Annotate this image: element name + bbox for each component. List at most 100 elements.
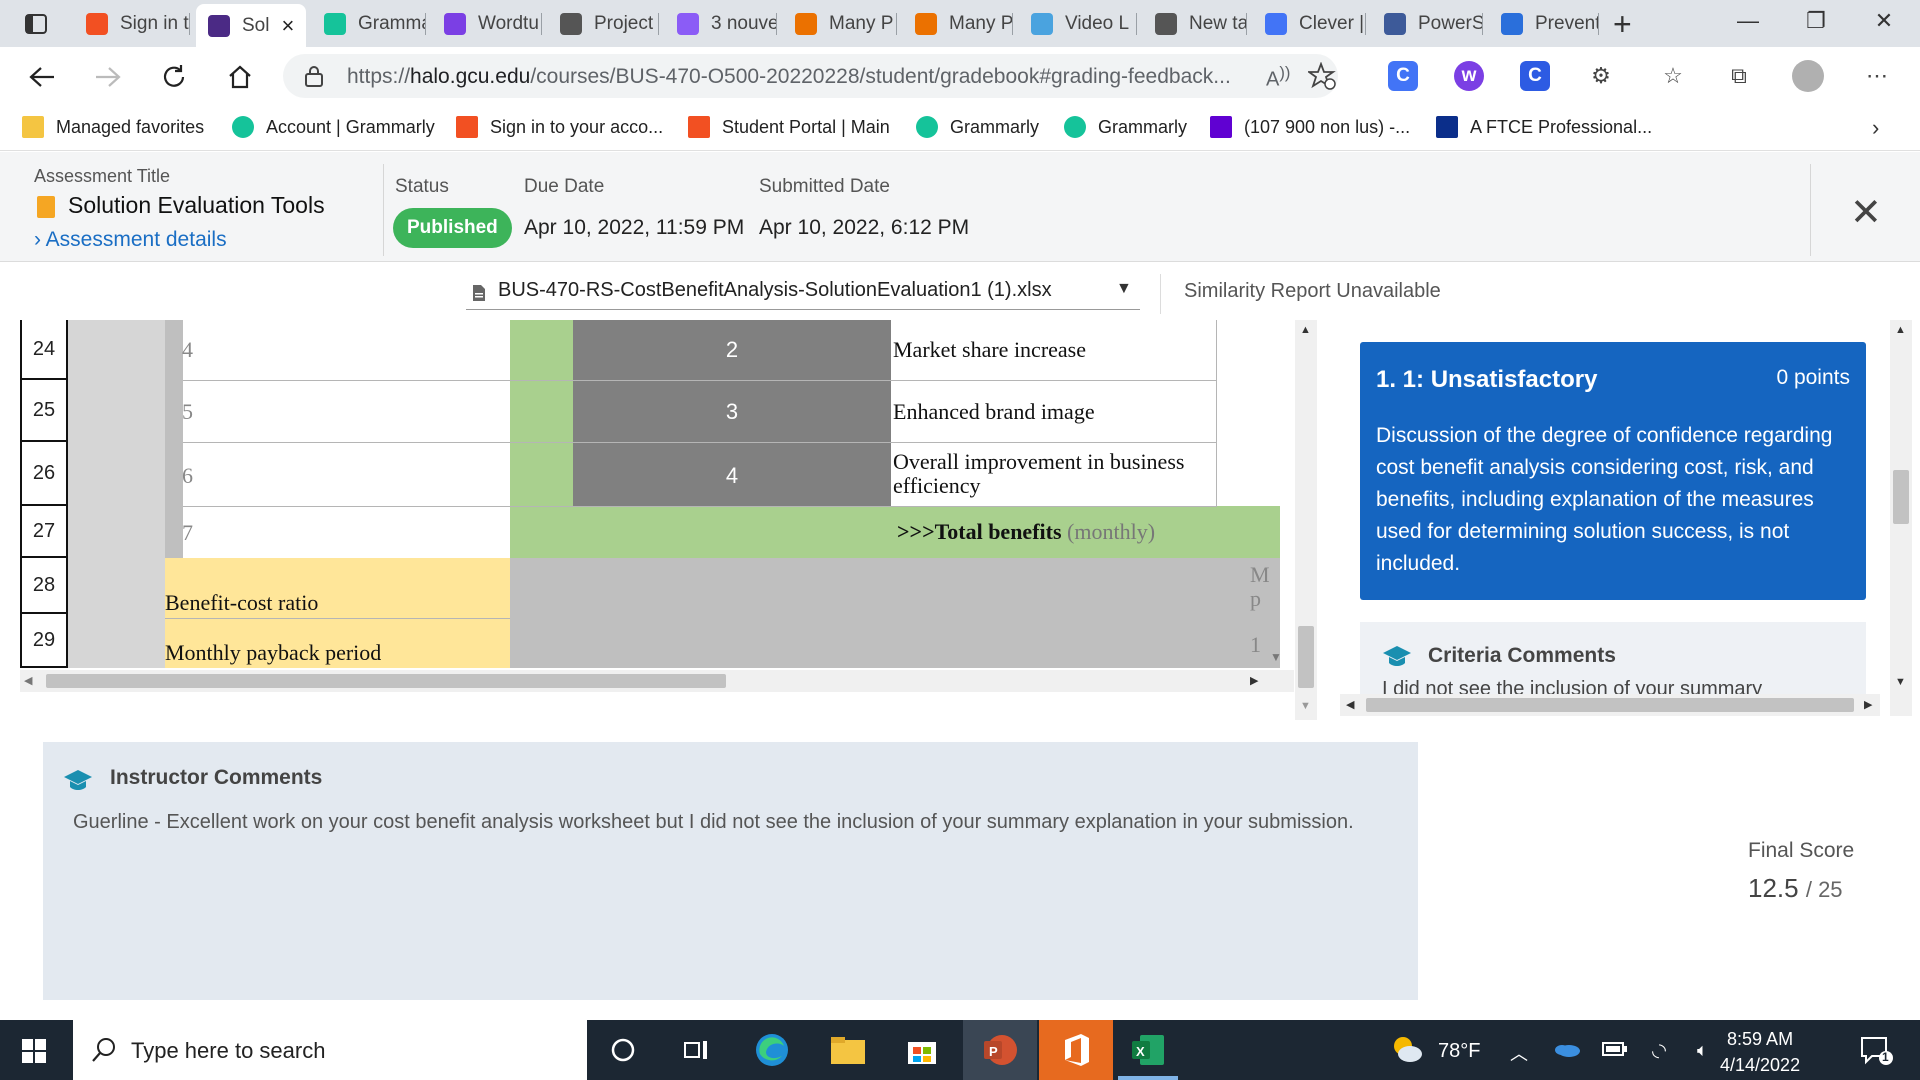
- scroll-down-arrow-icon[interactable]: ▼: [1270, 650, 1282, 664]
- browser-tab[interactable]: Prevent: [1489, 4, 1599, 44]
- tab-title: Project: [594, 13, 654, 34]
- forward-button[interactable]: [90, 59, 126, 95]
- scroll-down-arrow-icon[interactable]: ▼: [1300, 700, 1311, 712]
- file-explorer-icon[interactable]: [828, 1030, 868, 1070]
- grid-line: [183, 506, 1217, 507]
- browser-tab[interactable]: Wordtu: [432, 4, 542, 44]
- notifications-icon[interactable]: 1: [1860, 1036, 1894, 1071]
- weather-temperature[interactable]: 78°F: [1438, 1040, 1480, 1063]
- clock[interactable]: 8:59 AM 4/14/2022: [1720, 1026, 1800, 1078]
- file-selector[interactable]: BUS-470-RS-CostBenefitAnalysis-SolutionE…: [466, 274, 1140, 310]
- browser-tab[interactable]: New tab: [1143, 4, 1247, 44]
- close-window-button[interactable]: ✕: [1864, 8, 1904, 34]
- favorite-item[interactable]: Student Portal | Main: [688, 116, 890, 138]
- row-header[interactable]: 26: [20, 442, 68, 506]
- close-icon[interactable]: ✕: [1850, 190, 1882, 235]
- scroll-up-arrow-icon[interactable]: ▲: [1300, 324, 1311, 336]
- edge-browser-icon[interactable]: [752, 1030, 792, 1070]
- browser-tab[interactable]: 3 nouve: [665, 4, 777, 44]
- browser-tab[interactable]: Video L: [1019, 4, 1137, 44]
- url-text[interactable]: https://halo.gcu.edu/courses/BUS-470-O50…: [347, 65, 1231, 89]
- tab-actions-icon[interactable]: [14, 8, 58, 40]
- close-tab-icon[interactable]: ×: [281, 13, 294, 39]
- tab-title: 3 nouve: [711, 13, 777, 34]
- favorite-label: (107 900 non lus) -...: [1244, 116, 1411, 137]
- taskbar-search[interactable]: Type here to search: [73, 1020, 587, 1080]
- favorite-item[interactable]: A FTCE Professional...: [1436, 116, 1652, 138]
- scrollbar-thumb[interactable]: [1366, 698, 1854, 712]
- browser-tab[interactable]: Sol ×: [196, 4, 306, 47]
- scroll-down-arrow-icon[interactable]: ▼: [1895, 676, 1906, 688]
- volume-icon[interactable]: 🔈︎: [1697, 1040, 1708, 1061]
- favorite-item[interactable]: Grammarly: [1064, 116, 1187, 138]
- chevron-down-icon[interactable]: ▼: [1116, 280, 1132, 298]
- row-header[interactable]: 27: [20, 506, 68, 558]
- browser-tab[interactable]: Gramma: [312, 4, 426, 44]
- scroll-right-arrow-icon[interactable]: ▶: [1864, 698, 1872, 711]
- collections-icon[interactable]: ⧉: [1724, 61, 1754, 91]
- excel-icon[interactable]: X: [1128, 1030, 1168, 1070]
- row-header[interactable]: 25: [20, 380, 68, 442]
- rubric-vertical-scrollbar[interactable]: ▲ ▼: [1890, 320, 1912, 716]
- task-view-icon[interactable]: [676, 1030, 716, 1070]
- profile-avatar[interactable]: [1792, 60, 1824, 92]
- lock-icon[interactable]: [305, 65, 323, 92]
- rubric-horizontal-scrollbar[interactable]: ◀ ▶: [1340, 694, 1880, 716]
- browser-tab[interactable]: Many P: [783, 4, 897, 44]
- chevron-up-icon[interactable]: ︿: [1510, 1040, 1528, 1066]
- home-button[interactable]: [222, 59, 258, 95]
- wifi-icon[interactable]: ◟◝: [1652, 1040, 1666, 1061]
- clever-extension-icon[interactable]: C: [1388, 61, 1418, 91]
- divider: [1810, 164, 1811, 256]
- clever-extension-icon-2[interactable]: C: [1520, 61, 1550, 91]
- extensions-icon[interactable]: ⚙: [1586, 61, 1616, 91]
- browser-tab[interactable]: Sign in t: [74, 4, 190, 44]
- browser-tab[interactable]: Project: [548, 4, 659, 44]
- more-menu-icon[interactable]: ⋯: [1862, 61, 1892, 91]
- favorite-item[interactable]: Managed favorites: [22, 116, 204, 138]
- row-header[interactable]: 28: [20, 558, 68, 614]
- windows-start-icon[interactable]: [22, 1039, 46, 1068]
- row-header[interactable]: 29: [20, 614, 68, 668]
- row-header[interactable]: 24: [20, 320, 68, 380]
- browser-tab[interactable]: PowerS: [1372, 4, 1483, 44]
- cortana-icon[interactable]: [603, 1030, 643, 1070]
- restore-button[interactable]: ❐: [1796, 8, 1836, 34]
- browser-tab[interactable]: Many P: [903, 4, 1013, 44]
- sheet-vertical-scrollbar[interactable]: ▲ ▼: [1295, 320, 1317, 720]
- minimize-button[interactable]: —: [1728, 8, 1768, 34]
- onedrive-icon[interactable]: [1553, 1040, 1581, 1064]
- add-favorite-icon[interactable]: [1306, 61, 1336, 95]
- favorite-item[interactable]: (107 900 non lus) -...: [1210, 116, 1410, 138]
- powerpoint-icon[interactable]: P: [980, 1030, 1020, 1070]
- scrollbar-thumb[interactable]: [1893, 470, 1909, 524]
- browser-tab[interactable]: Clever |: [1253, 4, 1366, 44]
- favorite-item[interactable]: Sign in to your acco...: [456, 116, 663, 138]
- scroll-right-arrow-icon[interactable]: ▶: [1250, 674, 1258, 687]
- microsoft-store-icon[interactable]: [902, 1030, 942, 1070]
- wordtune-extension-icon[interactable]: w: [1454, 61, 1484, 91]
- back-button[interactable]: [24, 59, 60, 95]
- rubric-criterion-card[interactable]: 1. 1: Unsatisfactory 0 points Discussion…: [1360, 342, 1866, 600]
- assessment-details-link[interactable]: › Assessment details: [34, 228, 227, 252]
- favorite-item[interactable]: Account | Grammarly: [232, 116, 435, 138]
- office-icon[interactable]: [1056, 1030, 1096, 1070]
- refresh-button[interactable]: [156, 59, 192, 95]
- scrollbar-thumb[interactable]: [46, 674, 726, 688]
- scroll-left-arrow-icon[interactable]: ◀: [1346, 698, 1354, 711]
- sheet-horizontal-scrollbar[interactable]: ◀ ▶: [20, 670, 1294, 692]
- favorite-item[interactable]: Grammarly: [916, 116, 1039, 138]
- scroll-left-arrow-icon[interactable]: ◀: [24, 674, 32, 687]
- favorites-icon[interactable]: ☆: [1658, 61, 1688, 91]
- spreadsheet-viewer[interactable]: 24 25 26 27 28 29 4 5 6 7 2 3 4 Market s…: [20, 320, 1294, 668]
- read-aloud-icon[interactable]: A)): [1266, 63, 1290, 92]
- scroll-up-arrow-icon[interactable]: ▲: [1895, 324, 1906, 336]
- address-bar[interactable]: https://halo.gcu.edu/courses/BUS-470-O50…: [283, 54, 1338, 98]
- tab-title: Many P: [829, 13, 894, 34]
- chevron-right-icon[interactable]: ›: [1872, 115, 1879, 141]
- scrollbar-thumb[interactable]: [1298, 626, 1314, 688]
- weather-icon[interactable]: [1390, 1034, 1424, 1069]
- new-tab-button[interactable]: +: [1613, 6, 1632, 43]
- folder-icon: [22, 116, 44, 138]
- battery-icon[interactable]: [1602, 1040, 1628, 1063]
